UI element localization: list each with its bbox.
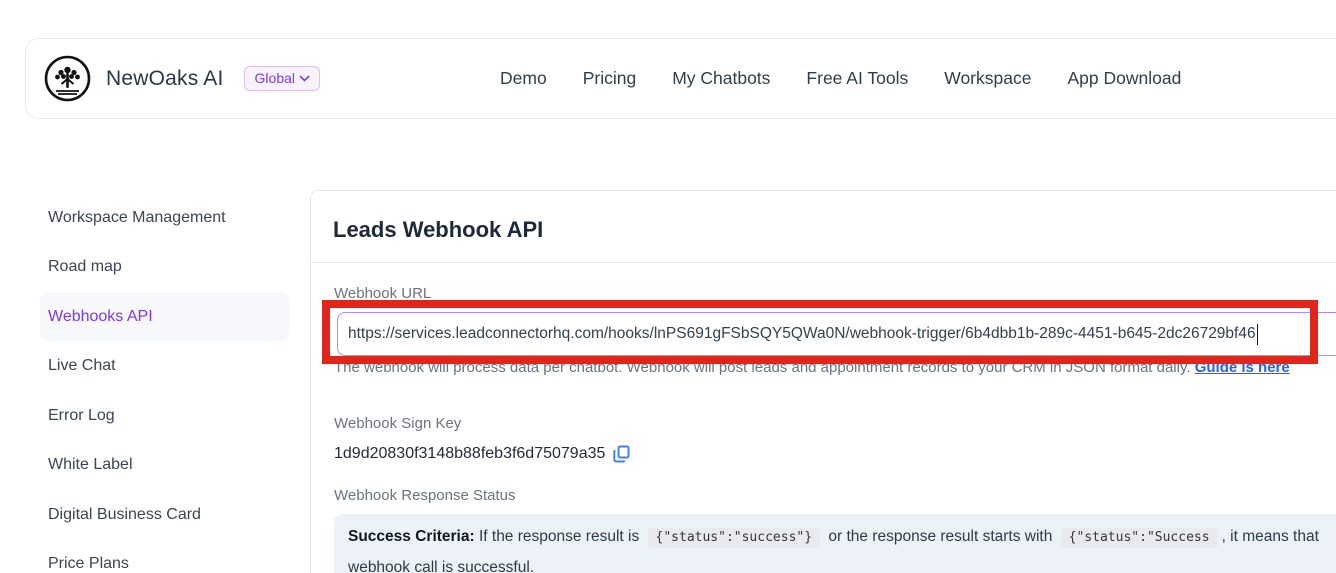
newoaks-logo-icon — [44, 55, 91, 102]
text-caret — [1257, 324, 1259, 345]
nav-demo[interactable]: Demo — [500, 68, 547, 89]
status-success-prefix-code: {"status":"Success — [1061, 528, 1218, 548]
nav-free-ai-tools[interactable]: Free AI Tools — [806, 68, 908, 89]
webhook-url-input[interactable]: https://services.leadconnectorhq.com/hoo… — [337, 312, 1336, 356]
nav-my-chatbots[interactable]: My Chatbots — [672, 68, 770, 89]
status-success-code: {"status":"success"} — [648, 528, 821, 548]
settings-sidebar: Workspace Management Road map Webhooks A… — [40, 193, 290, 573]
sign-key-label: Webhook Sign Key — [334, 415, 461, 432]
sidebar-item-white-label[interactable]: White Label — [40, 441, 290, 491]
region-selector[interactable]: Global — [244, 66, 320, 91]
nav-app-download[interactable]: App Download — [1067, 68, 1181, 89]
criteria-part2: or the response result starts with — [824, 528, 1057, 545]
brand-name: NewOaks AI — [106, 67, 224, 91]
guide-link[interactable]: Guide is here — [1195, 359, 1290, 376]
success-criteria-bold: Success Criteria: — [348, 528, 475, 545]
sign-key-value: 1d9d20830f3148b88feb3f6d75079a35 — [334, 445, 605, 463]
sign-key-row: 1d9d20830f3148b88feb3f6d75079a35 — [334, 445, 630, 463]
copy-icon — [613, 445, 630, 463]
top-header: NewOaks AI Global Demo Pricing My Chatbo… — [25, 38, 1336, 119]
nav-workspace[interactable]: Workspace — [944, 68, 1031, 89]
panel-title-row: Leads Webhook API — [311, 191, 1336, 263]
nav-pricing[interactable]: Pricing — [583, 68, 637, 89]
webhook-url-value: https://services.leadconnectorhq.com/hoo… — [348, 325, 1256, 343]
sidebar-item-price-plans[interactable]: Price Plans — [40, 540, 290, 573]
success-criteria-line1: Success Criteria: If the response result… — [348, 528, 1336, 548]
webhook-url-help: The webhook will process data per chatbo… — [334, 359, 1336, 376]
success-criteria-box: Success Criteria: If the response result… — [334, 514, 1336, 573]
success-criteria-line2: webhook call is successful. — [348, 559, 1336, 573]
sidebar-item-road-map[interactable]: Road map — [40, 243, 290, 293]
criteria-part3: , it means that — [1222, 528, 1319, 545]
sidebar-item-workspace-management[interactable]: Workspace Management — [40, 193, 290, 243]
chevron-down-icon — [299, 75, 310, 82]
sidebar-item-live-chat[interactable]: Live Chat — [40, 342, 290, 392]
criteria-part1: If the response result is — [475, 528, 644, 545]
main-panel: Leads Webhook API Webhook URL https://se… — [310, 190, 1336, 573]
response-status-label: Webhook Response Status — [334, 487, 516, 504]
region-label: Global — [255, 70, 295, 86]
page-title: Leads Webhook API — [333, 217, 543, 242]
sidebar-item-error-log[interactable]: Error Log — [40, 391, 290, 441]
copy-button[interactable] — [613, 445, 630, 463]
sidebar-item-digital-business-card[interactable]: Digital Business Card — [40, 490, 290, 540]
sidebar-item-webhooks-api[interactable]: Webhooks API — [40, 292, 290, 342]
top-nav: Demo Pricing My Chatbots Free AI Tools W… — [500, 39, 1181, 118]
webhook-url-help-text: The webhook will process data per chatbo… — [334, 359, 1195, 376]
webhook-url-label: Webhook URL — [334, 285, 431, 302]
